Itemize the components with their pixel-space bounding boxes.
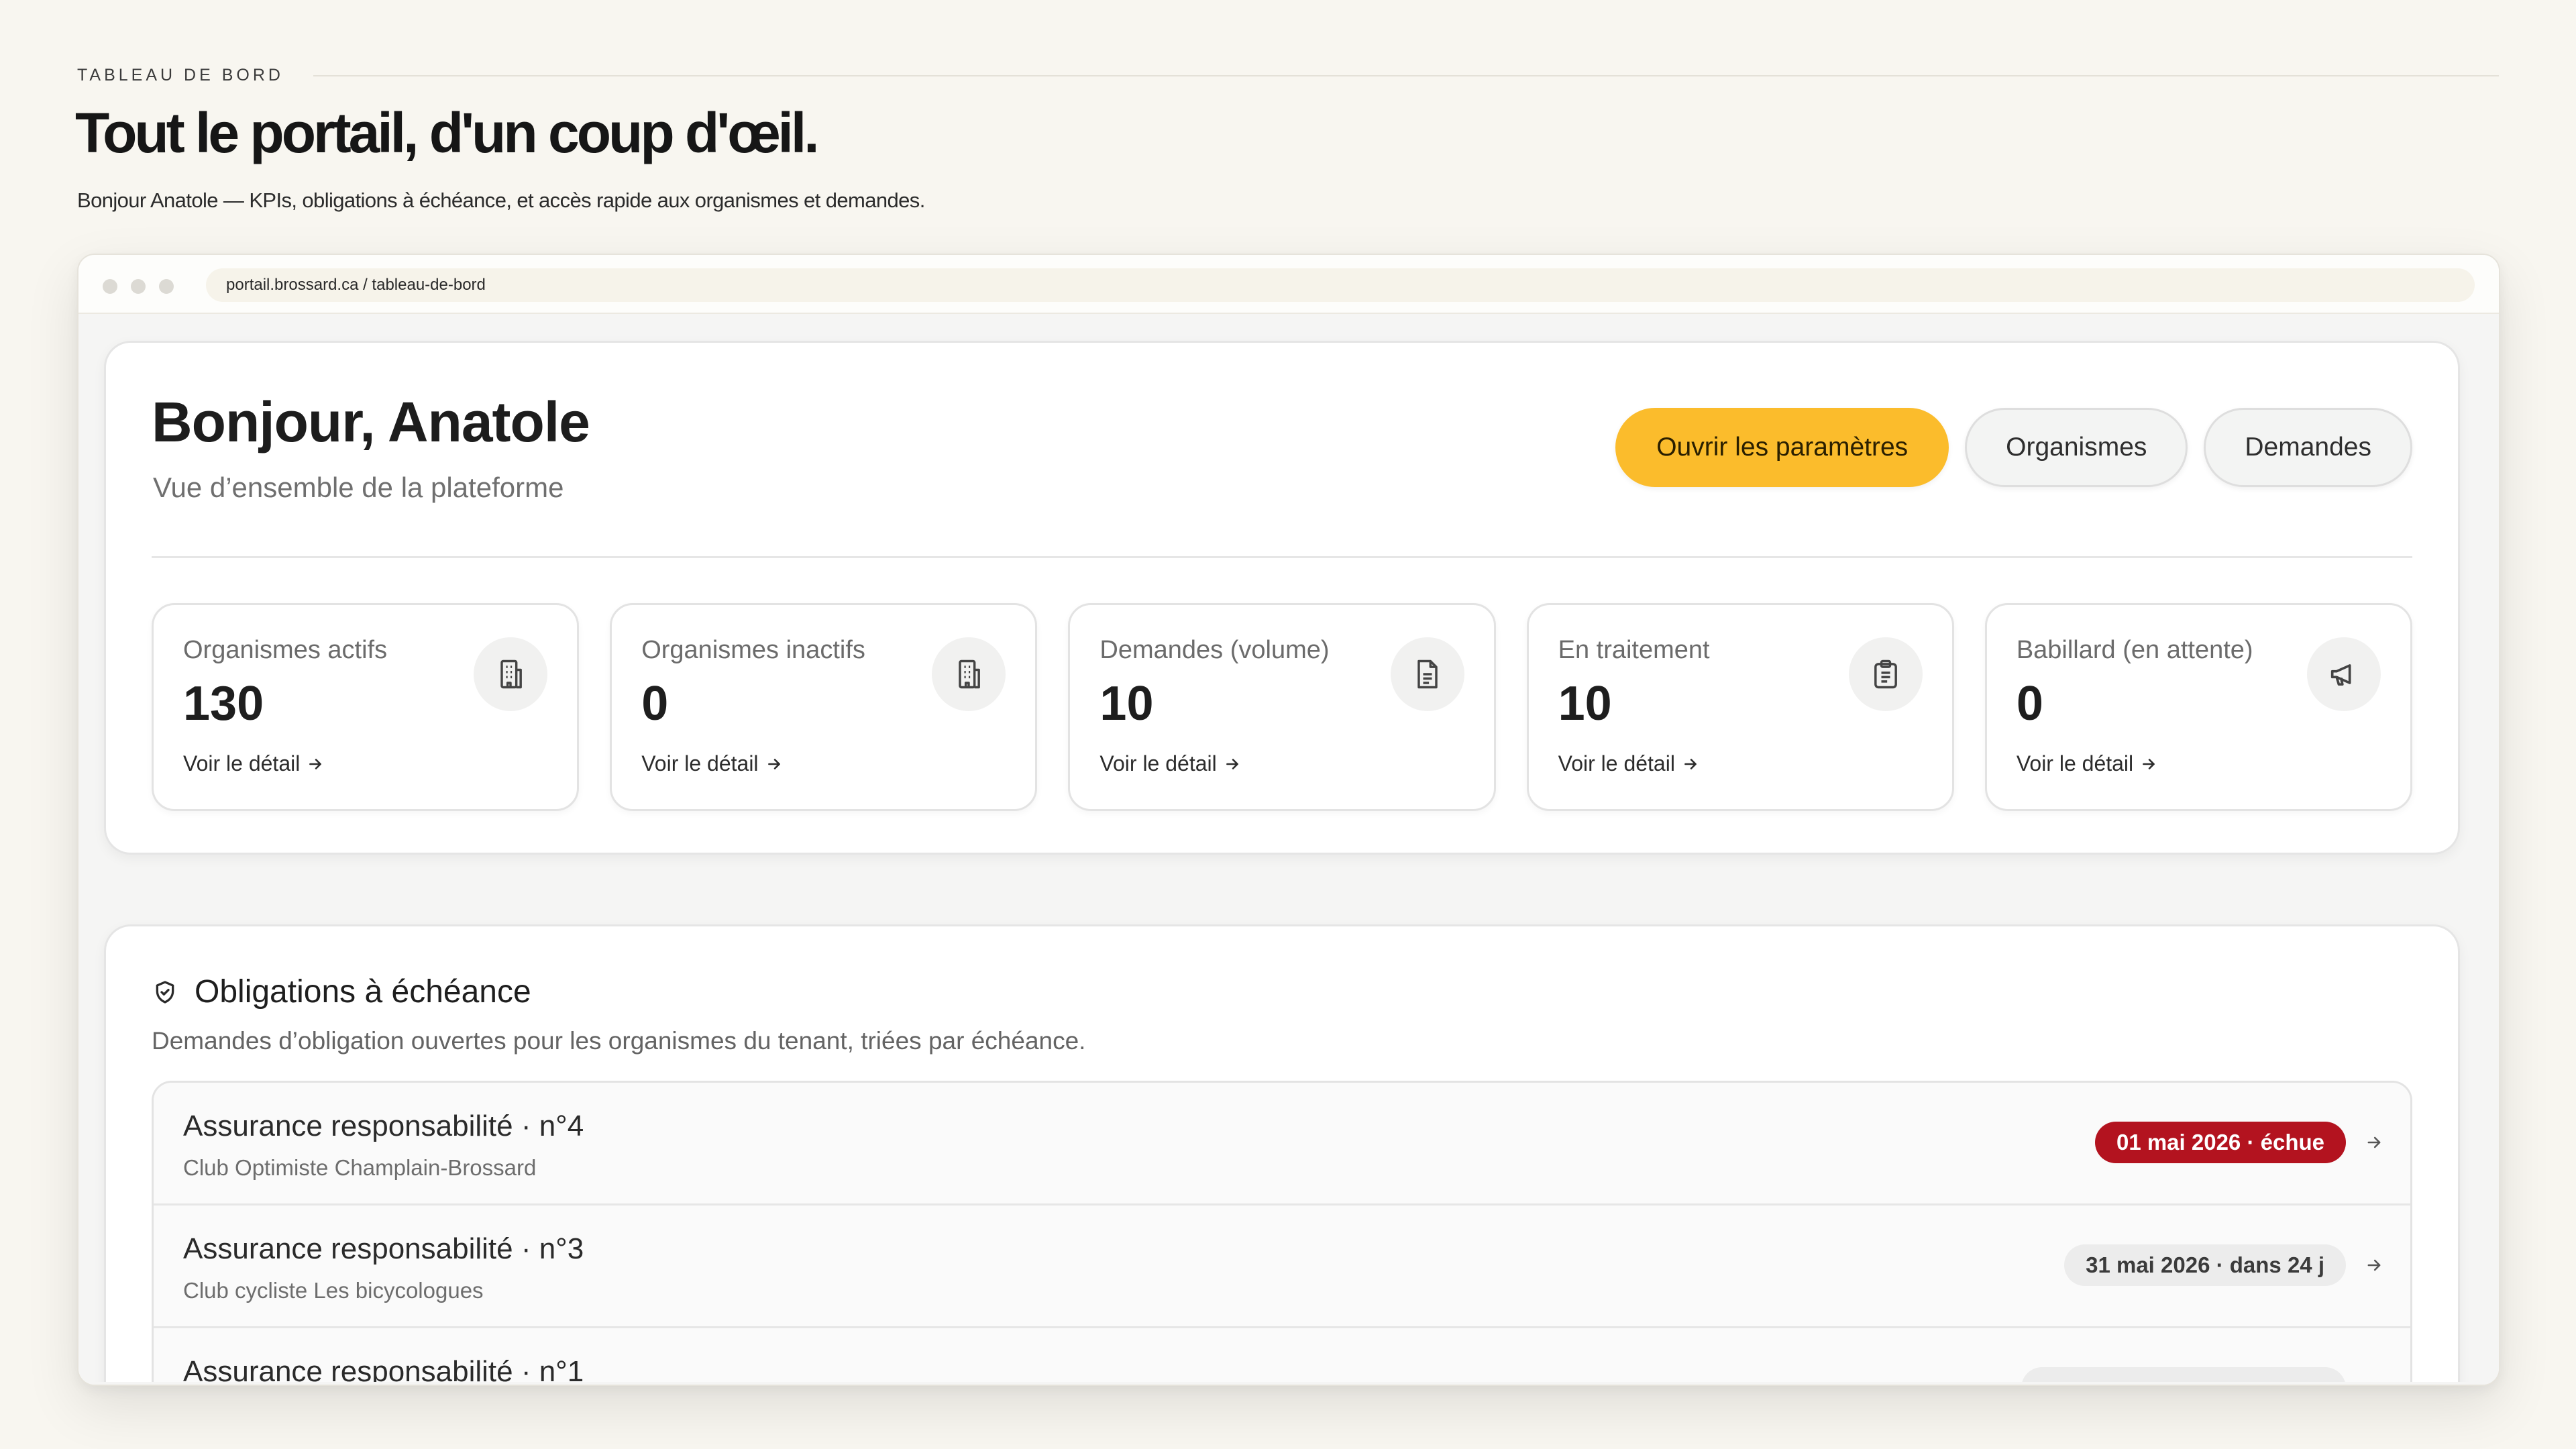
hero-divider	[152, 556, 2412, 558]
obligation-title: Assurance responsabilité · n°1	[183, 1355, 584, 1382]
welcome-card: Bonjour, Anatole Vue d’ensemble de la pl…	[104, 341, 2460, 855]
obligation-row[interactable]: Assurance responsabilité · n°4 Club Opti…	[154, 1083, 2410, 1205]
page-subtitle: Bonjour Anatole — KPIs, obligations à éc…	[77, 189, 925, 212]
obligation-meta: 01 mai 2026 · échue	[2094, 1122, 2383, 1163]
kpi-card-babillard[interactable]: Babillard (en attente) 0 Voir le détail	[1984, 603, 2413, 811]
shield-check-icon	[156, 980, 174, 1004]
kpi-link-label: Voir le détail	[183, 751, 301, 775]
window-dot-icon	[103, 279, 117, 294]
building-icon	[474, 637, 548, 711]
kpi-link-label: Voir le détail	[2016, 751, 2134, 775]
kpi-value: 130	[183, 677, 264, 731]
arrow-right-icon	[309, 758, 322, 769]
due-badge-overdue: 01 mai 2026 · échue	[2094, 1122, 2346, 1163]
greeting-tagline: Vue d’ensemble de la plateforme	[153, 472, 564, 503]
kpi-detail-link[interactable]: Voir le détail	[2017, 751, 2157, 776]
kpi-value: 10	[1558, 677, 1612, 731]
viewport-content: Bonjour, Anatole Vue d’ensemble de la pl…	[78, 314, 2496, 1382]
window-dot-icon	[131, 279, 146, 294]
quick-actions: Ouvrir les paramètres Organismes Demande…	[1615, 408, 2412, 487]
obligations-title: Obligations à échéance	[195, 974, 531, 1010]
arrow-right-icon[interactable]	[2365, 1256, 2383, 1275]
obligation-title: Assurance responsabilité · n°3	[183, 1232, 584, 1265]
kpi-value: 10	[1099, 677, 1154, 731]
kpi-value: 0	[2016, 677, 2043, 731]
arrow-right-icon	[767, 758, 780, 769]
obligation-meta	[2021, 1367, 2383, 1382]
kpi-label: Organismes actifs	[183, 636, 388, 664]
eyebrow-label: TABLEAU DE BORD	[77, 66, 284, 85]
kpi-link-label: Voir le détail	[1099, 751, 1217, 775]
greeting-heading: Bonjour, Anatole	[152, 390, 590, 453]
arrow-right-icon	[2143, 758, 2155, 769]
page-title: Tout le portail, d'un coup d'œil.	[75, 101, 820, 164]
kpi-link-label: Voir le détail	[1558, 751, 1675, 775]
kpi-card-organismes-actifs[interactable]: Organismes actifs 130 Voir le détail	[152, 603, 580, 811]
obligation-row[interactable]: Assurance responsabilité · n°1	[154, 1328, 2410, 1382]
browser-toolbar: portail.brossard.ca / tableau-de-bord	[78, 255, 2499, 314]
arrow-right-icon	[1684, 758, 1697, 769]
kpi-row: Organismes actifs 130 Voir le détail Org…	[152, 603, 2413, 811]
page-eyebrow: TABLEAU DE BORD	[77, 66, 2499, 85]
window-dot-icon	[159, 279, 174, 294]
obligation-organisme: Club cycliste Les bicycologues	[183, 1278, 484, 1303]
eyebrow-divider	[313, 74, 2499, 76]
organismes-button[interactable]: Organismes	[1965, 408, 2188, 487]
arrow-right-icon[interactable]	[2365, 1133, 2383, 1152]
obligations-card: Obligations à échéance Demandes d’obliga…	[104, 924, 2460, 1382]
address-url: portail.brossard.ca / tableau-de-bord	[226, 276, 486, 294]
due-badge	[2021, 1367, 2346, 1382]
document-icon	[1390, 637, 1464, 711]
kpi-detail-link[interactable]: Voir le détail	[641, 751, 782, 776]
address-bar[interactable]: portail.brossard.ca / tableau-de-bord	[206, 268, 2475, 302]
kpi-detail-link[interactable]: Voir le détail	[1558, 751, 1699, 776]
arrow-right-icon[interactable]	[2365, 1379, 2383, 1382]
kpi-card-organismes-inactifs[interactable]: Organismes inactifs 0 Voir le détail	[610, 603, 1038, 811]
kpi-label: Organismes inactifs	[641, 636, 865, 664]
kpi-value: 0	[641, 677, 669, 731]
obligations-description: Demandes d’obligation ouvertes pour les …	[152, 1027, 1086, 1055]
kpi-detail-link[interactable]: Voir le détail	[183, 751, 324, 776]
obligation-row[interactable]: Assurance responsabilité · n°3 Club cycl…	[154, 1205, 2410, 1328]
megaphone-icon	[2307, 637, 2381, 711]
obligation-organisme: Club Optimiste Champlain-Brossard	[183, 1155, 537, 1180]
kpi-card-demandes-volume[interactable]: Demandes (volume) 10 Voir le détail	[1068, 603, 1496, 811]
obligation-meta: 31 mai 2026 · dans 24 j	[2064, 1244, 2383, 1286]
obligations-header: Obligations à échéance	[152, 973, 531, 1010]
clipboard-icon	[1848, 637, 1923, 711]
kpi-label: En traitement	[1558, 636, 1710, 664]
obligation-title: Assurance responsabilité · n°4	[183, 1110, 584, 1142]
open-settings-button[interactable]: Ouvrir les paramètres	[1615, 408, 1949, 487]
kpi-label: Babillard (en attente)	[2016, 636, 2253, 664]
building-icon	[932, 637, 1006, 711]
arrow-right-icon	[1226, 758, 1238, 769]
kpi-card-en-traitement[interactable]: En traitement 10 Voir le détail	[1526, 603, 1954, 811]
kpi-link-label: Voir le détail	[641, 751, 759, 775]
demandes-button[interactable]: Demandes	[2204, 408, 2412, 487]
kpi-detail-link[interactable]: Voir le détail	[1099, 751, 1240, 776]
obligations-list: Assurance responsabilité · n°4 Club Opti…	[152, 1081, 2412, 1382]
due-badge: 31 mai 2026 · dans 24 j	[2064, 1244, 2346, 1286]
kpi-label: Demandes (volume)	[1099, 636, 1330, 664]
